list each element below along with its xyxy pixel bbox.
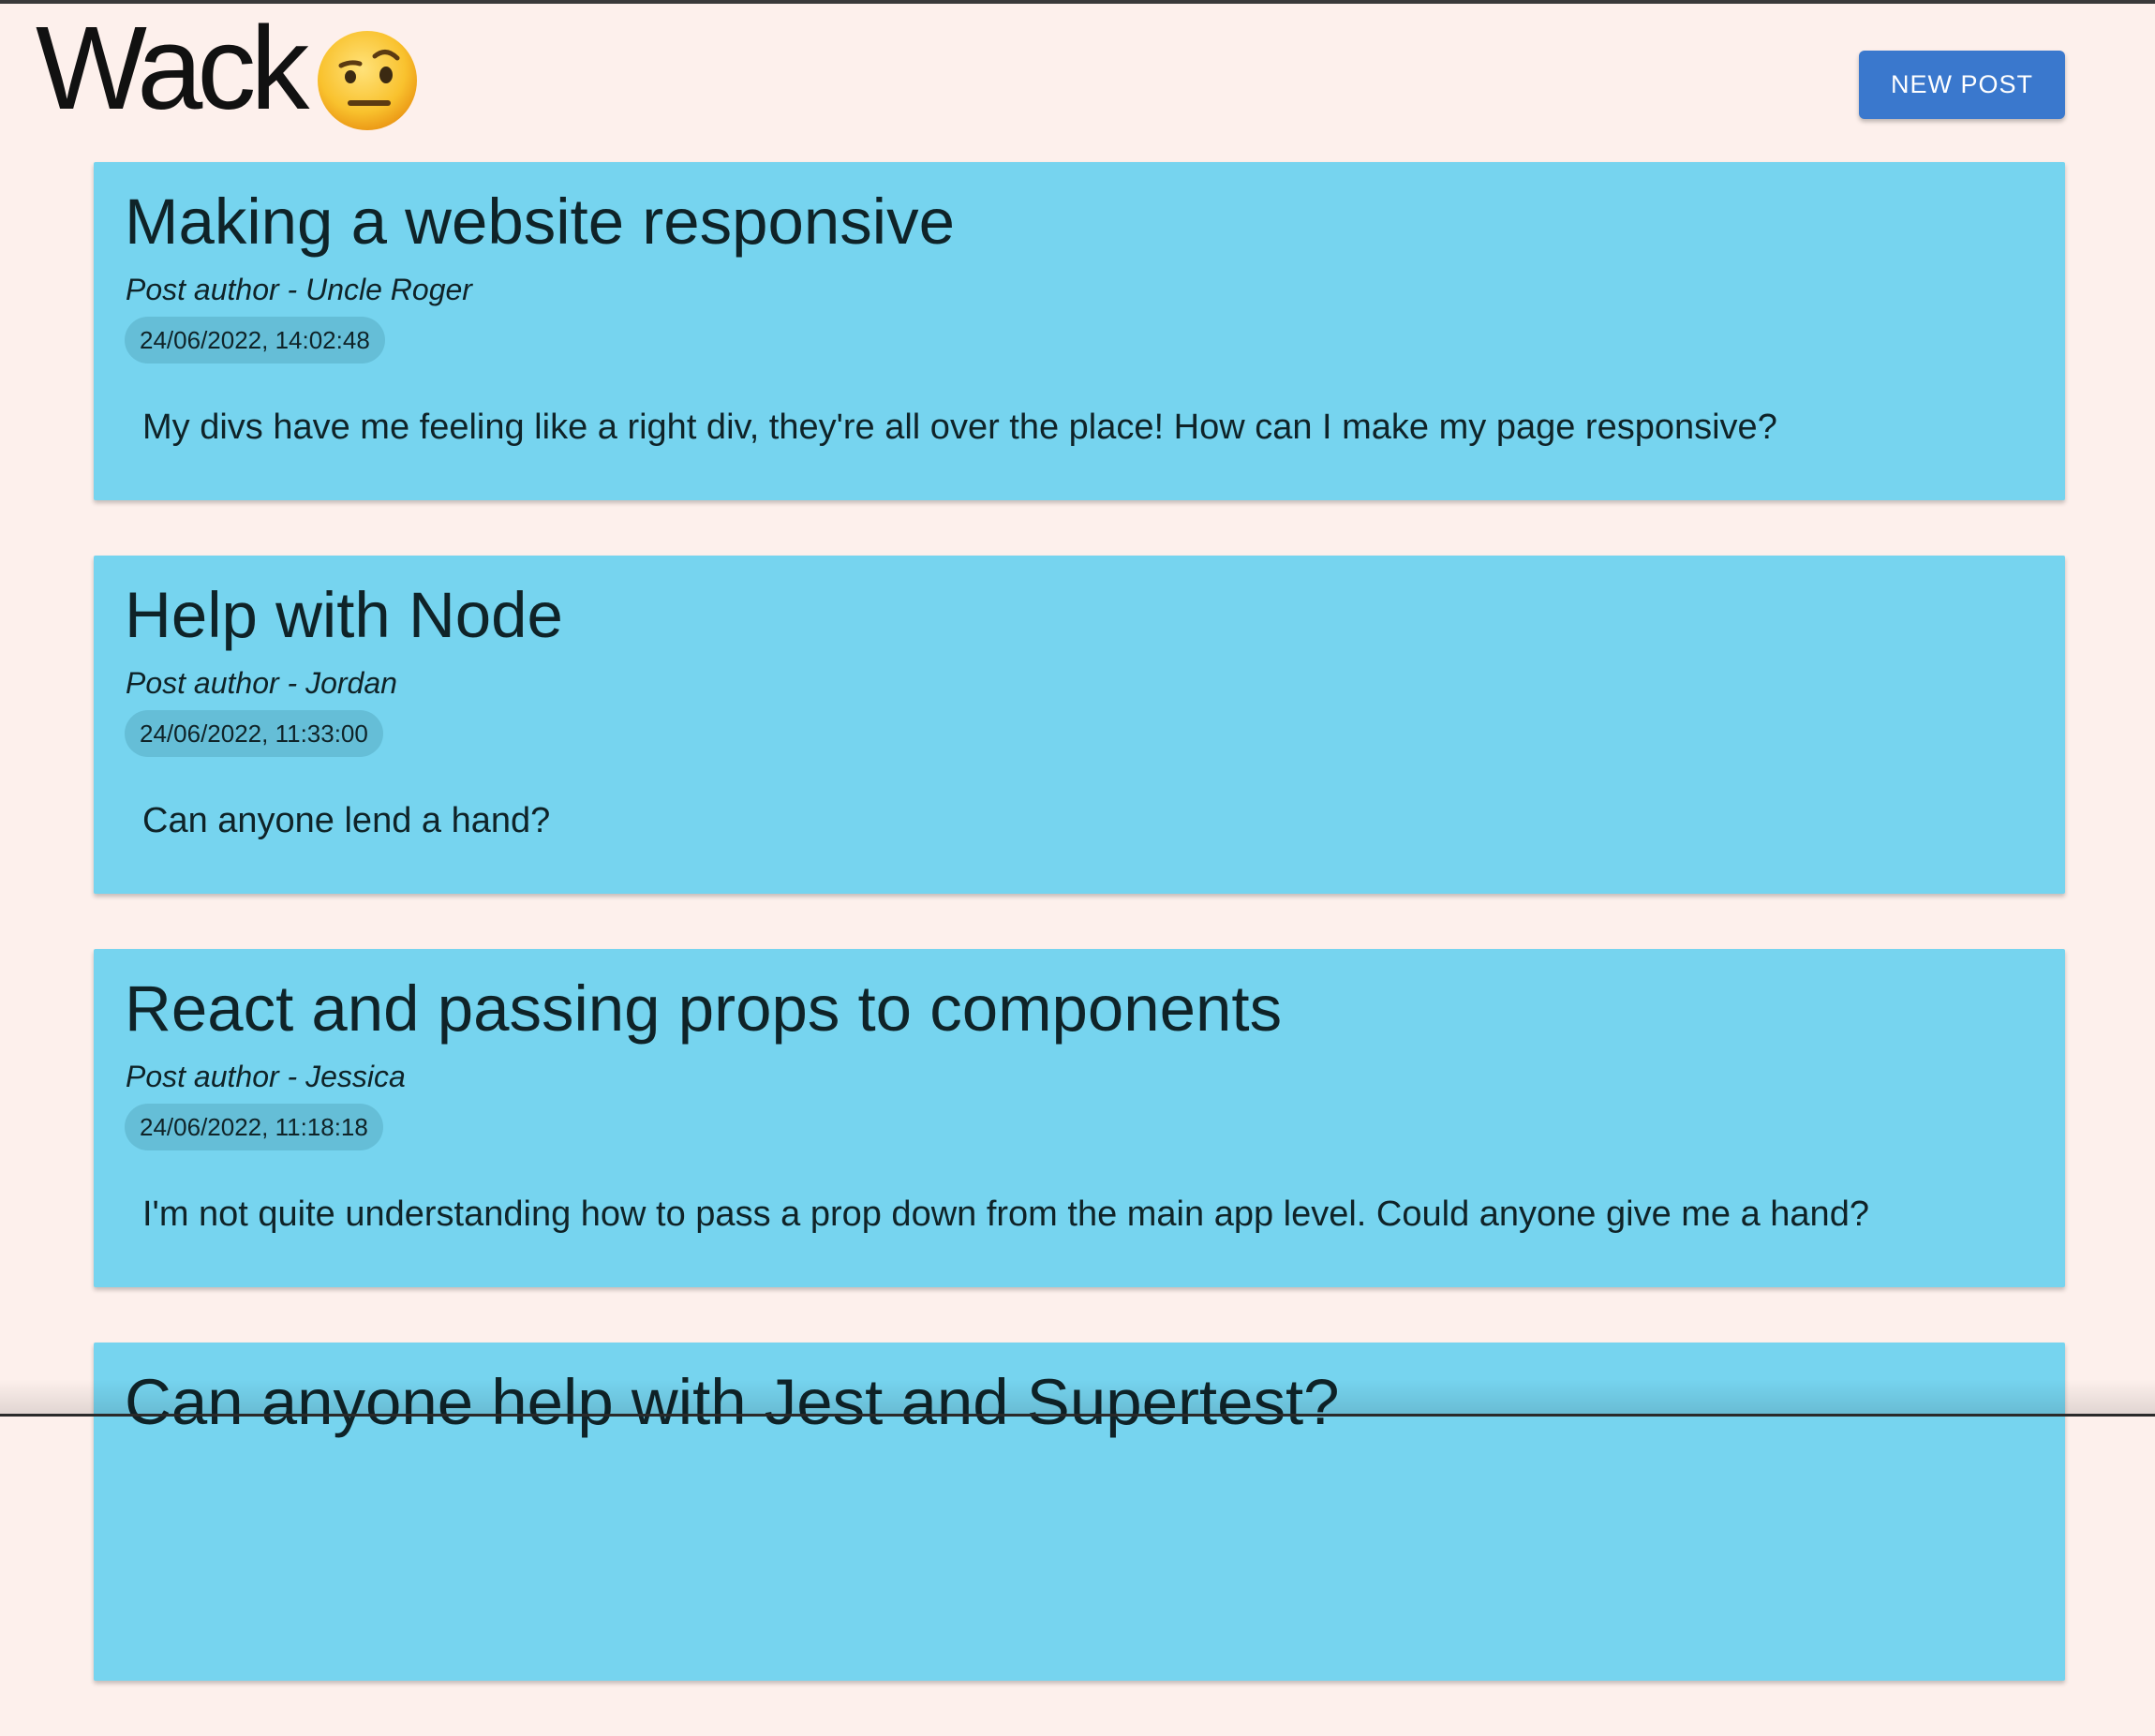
app-logo-text: Wack [36, 9, 304, 127]
post-list: Making a website responsive Post author … [94, 162, 2065, 1736]
post-card[interactable]: Help with Node Post author - Jordan 24/0… [94, 556, 2065, 894]
raised-eyebrow-emoji-icon [315, 28, 420, 133]
post-date-chip: 24/06/2022, 11:33:00 [125, 710, 383, 757]
post-title: Making a website responsive [125, 186, 955, 258]
post-body: My divs have me feeling like a right div… [142, 408, 1777, 448]
post-author: Post author - Jordan [126, 666, 397, 701]
post-body: I'm not quite understanding how to pass … [142, 1194, 1869, 1235]
post-date-chip: 24/06/2022, 11:18:18 [125, 1104, 383, 1150]
new-post-button[interactable]: NEW POST [1859, 51, 2065, 119]
post-author: Post author - Jessica [126, 1060, 406, 1094]
post-author: Post author - Uncle Roger [126, 273, 472, 307]
bottom-shadow [0, 1379, 2155, 1417]
post-date-chip: 24/06/2022, 14:02:48 [125, 317, 385, 364]
post-card[interactable]: Making a website responsive Post author … [94, 162, 2065, 500]
post-card[interactable]: React and passing props to components Po… [94, 949, 2065, 1287]
post-title: React and passing props to components [125, 973, 1282, 1045]
app-header: Wack NEW POST [0, 4, 2155, 154]
post-title: Help with Node [125, 580, 563, 651]
post-body: Can anyone lend a hand? [142, 801, 550, 841]
